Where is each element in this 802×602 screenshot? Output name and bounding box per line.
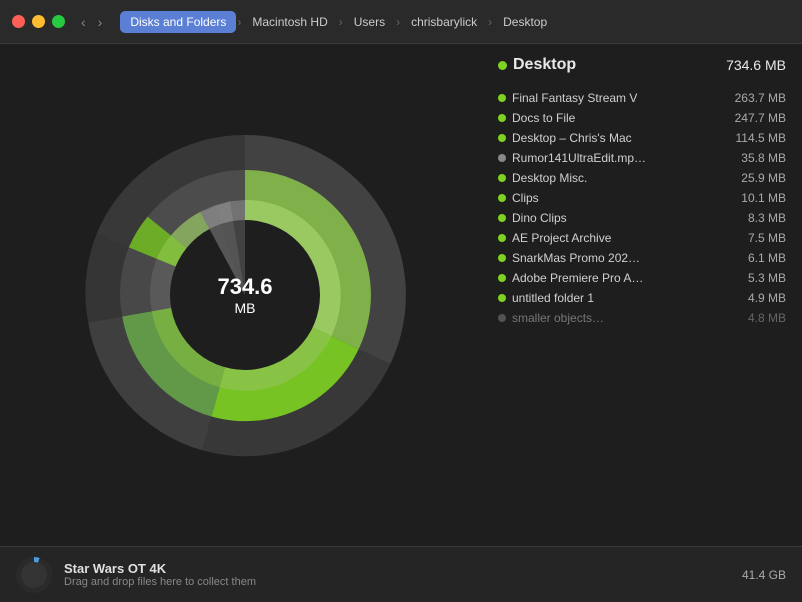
- main-content: 734.6 MB Desktop 734.6 MB Final Fantasy …: [0, 44, 802, 546]
- file-item-left: untitled folder 1: [498, 291, 740, 305]
- breadcrumb-item-users[interactable]: Users: [344, 11, 395, 33]
- bottom-size: 41.4 GB: [742, 568, 786, 582]
- file-size-label: 4.8 MB: [748, 311, 786, 325]
- file-name-label: smaller objects…: [512, 311, 604, 325]
- file-item-left: Rumor141UltraEdit.mp…: [498, 151, 733, 165]
- file-name-label: Desktop – Chris's Mac: [512, 131, 632, 145]
- file-dot-icon: [498, 234, 506, 242]
- file-item-left: Adobe Premiere Pro A…: [498, 271, 740, 285]
- file-dot-icon: [498, 194, 506, 202]
- file-size-label: 10.1 MB: [741, 191, 786, 205]
- file-size-label: 8.3 MB: [748, 211, 786, 225]
- back-button[interactable]: ‹: [77, 12, 90, 32]
- file-name-label: Adobe Premiere Pro A…: [512, 271, 643, 285]
- breadcrumb-separator: ›: [339, 15, 343, 29]
- file-name-label: SnarkMas Promo 202…: [512, 251, 640, 265]
- file-item-left: Desktop Misc.: [498, 171, 733, 185]
- file-item[interactable]: Desktop Misc. 25.9 MB: [498, 168, 786, 188]
- file-item-left: AE Project Archive: [498, 231, 740, 245]
- file-item[interactable]: Final Fantasy Stream V 263.7 MB: [498, 88, 786, 108]
- folder-name-label: Desktop: [513, 56, 576, 74]
- file-dot-icon: [498, 254, 506, 262]
- file-name-label: untitled folder 1: [512, 291, 594, 305]
- disk-icon: [16, 557, 52, 593]
- file-size-label: 25.9 MB: [741, 171, 786, 185]
- breadcrumb-item-chrisbarylick[interactable]: chrisbarylick: [401, 11, 487, 33]
- file-dot-icon: [498, 294, 506, 302]
- file-size-label: 6.1 MB: [748, 251, 786, 265]
- file-dot-icon: [498, 314, 506, 322]
- file-size-label: 35.8 MB: [741, 151, 786, 165]
- file-name-label: Docs to File: [512, 111, 575, 125]
- file-name-label: Final Fantasy Stream V: [512, 91, 637, 105]
- file-name-label: Clips: [512, 191, 539, 205]
- breadcrumb-item-desktop[interactable]: Desktop: [493, 11, 557, 33]
- total-size-label: 734.6 MB: [726, 57, 786, 73]
- folder-dot-icon: [498, 61, 507, 70]
- file-dot-icon: [498, 114, 506, 122]
- file-item[interactable]: smaller objects… 4.8 MB: [498, 308, 786, 328]
- bottom-text: Star Wars OT 4K Drag and drop files here…: [64, 561, 730, 588]
- chart-center-size: 734.6: [217, 274, 272, 300]
- file-item-left: smaller objects…: [498, 311, 740, 325]
- file-size-label: 247.7 MB: [735, 111, 786, 125]
- disk-inner: [21, 562, 47, 588]
- folder-name-header: Desktop: [498, 56, 576, 74]
- file-name-label: Dino Clips: [512, 211, 567, 225]
- close-button[interactable]: [12, 15, 25, 28]
- file-name-label: Desktop Misc.: [512, 171, 587, 185]
- file-dot-icon: [498, 94, 506, 102]
- file-item[interactable]: SnarkMas Promo 202… 6.1 MB: [498, 248, 786, 268]
- breadcrumb-item-macintosh-hd[interactable]: Macintosh HD: [242, 11, 337, 33]
- file-item-left: Docs to File: [498, 111, 727, 125]
- file-size-label: 4.9 MB: [748, 291, 786, 305]
- file-size-label: 114.5 MB: [736, 131, 786, 145]
- file-item[interactable]: Dino Clips 8.3 MB: [498, 208, 786, 228]
- file-name-label: AE Project Archive: [512, 231, 611, 245]
- file-item-left: Clips: [498, 191, 733, 205]
- bottom-bar: Star Wars OT 4K Drag and drop files here…: [0, 546, 802, 602]
- file-item[interactable]: Rumor141UltraEdit.mp… 35.8 MB: [498, 148, 786, 168]
- file-dot-icon: [498, 174, 506, 182]
- breadcrumb-separator: ›: [237, 15, 241, 29]
- file-size-label: 5.3 MB: [748, 271, 786, 285]
- file-item-left: Final Fantasy Stream V: [498, 91, 727, 105]
- chart-center-label: 734.6 MB: [217, 274, 272, 316]
- file-dot-icon: [498, 134, 506, 142]
- file-items-list: Final Fantasy Stream V 263.7 MB Docs to Fi…: [498, 88, 786, 328]
- file-item[interactable]: AE Project Archive 7.5 MB: [498, 228, 786, 248]
- chart-area: 734.6 MB: [0, 44, 490, 546]
- traffic-lights: [12, 15, 65, 28]
- file-item[interactable]: Adobe Premiere Pro A… 5.3 MB: [498, 268, 786, 288]
- titlebar: ‹ › Disks and Folders›Macintosh HD›Users…: [0, 0, 802, 44]
- bottom-title: Star Wars OT 4K: [64, 561, 730, 576]
- maximize-button[interactable]: [52, 15, 65, 28]
- file-item[interactable]: Docs to File 247.7 MB: [498, 108, 786, 128]
- breadcrumb-separator: ›: [396, 15, 400, 29]
- breadcrumb: Disks and Folders›Macintosh HD›Users›chr…: [120, 11, 790, 33]
- forward-button[interactable]: ›: [94, 12, 107, 32]
- file-item-left: Dino Clips: [498, 211, 740, 225]
- file-list-header: Desktop 734.6 MB: [498, 56, 786, 78]
- file-item-left: Desktop – Chris's Mac: [498, 131, 728, 145]
- file-item[interactable]: Clips 10.1 MB: [498, 188, 786, 208]
- file-name-label: Rumor141UltraEdit.mp…: [512, 151, 646, 165]
- minimize-button[interactable]: [32, 15, 45, 28]
- file-dot-icon: [498, 274, 506, 282]
- file-dot-icon: [498, 154, 506, 162]
- file-item[interactable]: Desktop – Chris's Mac 114.5 MB: [498, 128, 786, 148]
- file-dot-icon: [498, 214, 506, 222]
- file-item[interactable]: untitled folder 1 4.9 MB: [498, 288, 786, 308]
- file-size-label: 7.5 MB: [748, 231, 786, 245]
- chart-center-unit: MB: [235, 300, 256, 316]
- file-size-label: 263.7 MB: [735, 91, 786, 105]
- nav-arrows: ‹ ›: [77, 12, 106, 32]
- breadcrumb-item-disks-and-folders[interactable]: Disks and Folders: [120, 11, 236, 33]
- file-item-left: SnarkMas Promo 202…: [498, 251, 740, 265]
- file-list: Desktop 734.6 MB Final Fantasy Stream V 2…: [490, 44, 802, 546]
- bottom-subtitle: Drag and drop files here to collect them: [64, 576, 730, 588]
- breadcrumb-separator: ›: [488, 15, 492, 29]
